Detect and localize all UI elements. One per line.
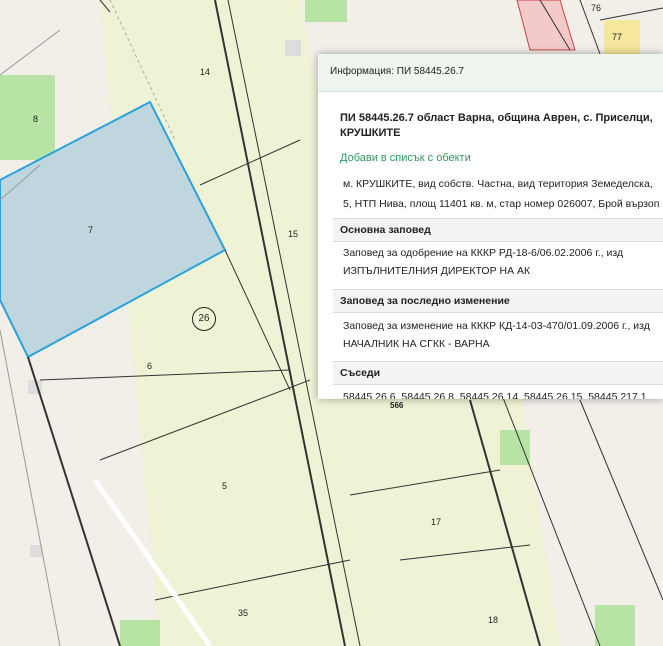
- last-change-line1: Заповед за изменение на КККР КД-14-03-47…: [343, 320, 650, 332]
- building: [30, 545, 42, 557]
- parcel-label: 566: [390, 401, 404, 410]
- main-order-line1: Заповед за одобрение на КККР РД-18-6/06.…: [343, 247, 624, 259]
- parcel-description-line1: м. КРУШКИТЕ, вид собств. Частна, вид тер…: [343, 178, 653, 190]
- parcel-label: 77: [612, 32, 623, 42]
- green-patch: [595, 605, 635, 646]
- section-title: Основна заповед: [340, 224, 431, 236]
- parcel-label: 17: [431, 517, 442, 527]
- parcel-label: 15: [288, 229, 299, 239]
- section-main-order: Основна заповед: [333, 218, 663, 242]
- last-change-line2: НАЧАЛНИК НА СГКК - ВАРНА: [343, 338, 490, 350]
- main-order-line2: ИЗПЪЛНИТЕЛНИЯ ДИРЕКТОР НА АК: [343, 265, 531, 277]
- green-patch: [0, 75, 55, 160]
- green-patch: [120, 620, 160, 646]
- parcel-label: 7: [88, 225, 94, 235]
- info-panel-header-text: Информация: ПИ 58445.26.7: [330, 66, 464, 77]
- section-last-change: Заповед за последно изменение: [333, 289, 663, 313]
- block-number: 26: [192, 307, 216, 331]
- neighbours-list: 58445.26.6, 58445.26.8, 58445.26.14, 584…: [343, 391, 647, 399]
- parcel-label: 18: [488, 615, 499, 625]
- section-title: Съседи: [340, 367, 381, 379]
- parcel-label: 6: [147, 361, 153, 371]
- parcel-label: 76: [591, 3, 602, 13]
- green-patch: [305, 0, 347, 22]
- green-patch: [500, 430, 530, 465]
- parcel-description-line2: 5, НТП Нива, площ 11401 кв. м, стар номе…: [343, 198, 660, 210]
- building: [285, 40, 301, 56]
- section-neighbours: Съседи: [333, 361, 663, 385]
- parcel-label: 5: [222, 481, 228, 491]
- info-panel: Информация: ПИ 58445.26.7 ПИ 58445.26.7 …: [318, 54, 663, 399]
- parcel-title: ПИ 58445.26.7 област Варна, община Аврен…: [340, 111, 663, 141]
- section-title: Заповед за последно изменение: [340, 295, 510, 307]
- parcel-label: 8: [33, 114, 39, 124]
- parcel-title-line2: КРУШКИТЕ: [340, 127, 401, 139]
- parcel-label: 14: [200, 67, 211, 77]
- info-panel-header: Информация: ПИ 58445.26.7: [318, 54, 663, 92]
- add-to-list-link[interactable]: Добави в списък с обекти: [340, 152, 471, 164]
- parcel-title-line1: ПИ 58445.26.7 област Варна, община Аврен…: [340, 112, 653, 124]
- parcel-label: 35: [238, 608, 249, 618]
